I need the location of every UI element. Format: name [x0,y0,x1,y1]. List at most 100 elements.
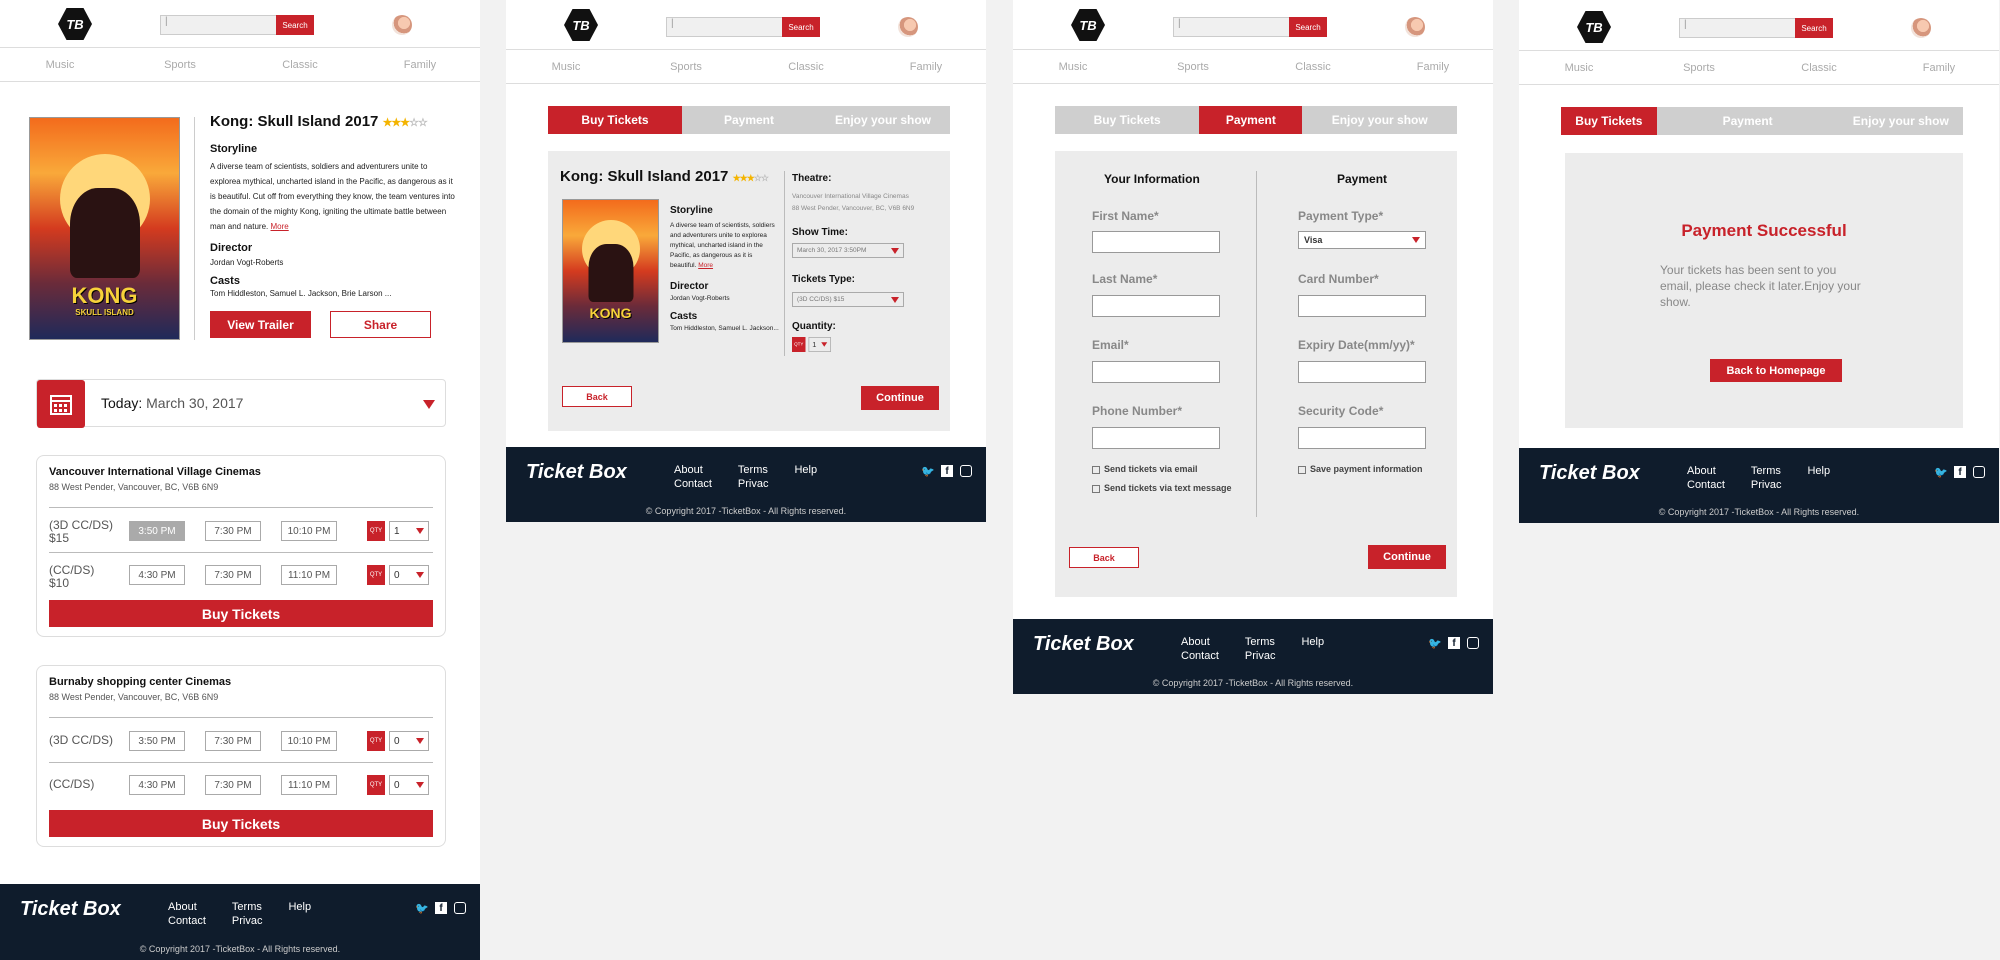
nav-item-music[interactable]: Music [0,59,120,71]
showtime-button[interactable]: 4:30 PM [129,775,185,795]
footer-link-terms[interactable]: Terms [738,463,769,477]
nav-item-sports[interactable]: Sports [1133,61,1253,73]
footer-link-about[interactable]: About [168,900,206,914]
avatar[interactable] [392,15,412,35]
share-button[interactable]: Share [330,311,431,338]
quantity-select[interactable]: QTY 0 [367,731,429,751]
nav-item-sports[interactable]: Sports [1639,62,1759,74]
logo[interactable]: TB [58,8,92,40]
back-to-homepage-button[interactable]: Back to Homepage [1710,359,1842,382]
facebook-icon[interactable]: f [941,465,953,477]
footer-link-contact[interactable]: Contact [1687,478,1725,492]
step-buy-tickets[interactable]: Buy Tickets [548,106,682,134]
twitter-icon[interactable]: 🐦 [921,465,935,478]
search-button[interactable]: Search [1289,17,1327,37]
showtime-button[interactable]: 11:10 PM [281,775,337,795]
facebook-icon[interactable]: f [435,902,447,914]
showtime-button[interactable]: 7:30 PM [205,775,261,795]
footer-link-about[interactable]: About [1181,635,1219,649]
search-input[interactable]: | [1679,18,1797,38]
footer-link-contact[interactable]: Contact [1181,649,1219,663]
step-payment[interactable]: Payment [1199,106,1303,134]
instagram-icon[interactable] [454,902,466,914]
quantity-select[interactable]: QTY 1 [367,521,429,541]
footer-link-privacy[interactable]: Privac [738,477,769,491]
showtime-button[interactable]: 11:10 PM [281,565,337,585]
instagram-icon[interactable] [1467,637,1479,649]
more-link[interactable]: More [271,222,289,231]
nav-item-music[interactable]: Music [506,61,626,73]
last-name-field[interactable] [1092,295,1220,317]
continue-button[interactable]: Continue [861,386,939,410]
back-button[interactable]: Back [562,386,632,407]
nav-item-music[interactable]: Music [1519,62,1639,74]
logo[interactable]: TB [564,9,598,41]
save-payment-checkbox[interactable]: Save payment information [1298,464,1423,474]
footer-link-help[interactable]: Help [1301,635,1324,649]
nav-item-family[interactable]: Family [866,61,986,73]
facebook-icon[interactable]: f [1954,466,1966,478]
step-buy-tickets[interactable]: Buy Tickets [1055,106,1199,134]
footer-link-terms[interactable]: Terms [232,900,263,914]
step-payment[interactable]: Payment [1657,107,1839,135]
security-code-field[interactable] [1298,427,1426,449]
avatar[interactable] [1405,17,1425,37]
search-button[interactable]: Search [1795,18,1833,38]
showtime-button[interactable]: 3:50 PM [129,731,185,751]
nav-item-family[interactable]: Family [360,59,480,71]
card-number-field[interactable] [1298,295,1426,317]
showtime-button[interactable]: 4:30 PM [129,565,185,585]
nav-item-classic[interactable]: Classic [1253,61,1373,73]
view-trailer-button[interactable]: View Trailer [210,311,311,338]
quantity-select[interactable]: QTY 0 [367,565,429,585]
instagram-icon[interactable] [960,465,972,477]
twitter-icon[interactable]: 🐦 [1934,466,1948,479]
footer-link-help[interactable]: Help [794,463,817,477]
step-enjoy[interactable]: Enjoy your show [1839,107,1963,135]
date-selector[interactable]: Today: March 30, 2017 [36,379,446,428]
twitter-icon[interactable]: 🐦 [415,902,429,915]
quantity-select[interactable]: QTY 1 [792,337,831,352]
search-button[interactable]: Search [782,17,820,37]
more-link[interactable]: More [698,262,713,269]
footer-link-terms[interactable]: Terms [1751,464,1782,478]
instagram-icon[interactable] [1973,466,1985,478]
nav-item-classic[interactable]: Classic [1759,62,1879,74]
send-text-checkbox[interactable]: Send tickets via text message [1092,483,1232,493]
showtime-button[interactable]: 7:30 PM [205,731,261,751]
step-enjoy[interactable]: Enjoy your show [816,106,950,134]
avatar[interactable] [1911,18,1931,38]
footer-link-privacy[interactable]: Privac [1751,478,1782,492]
back-button[interactable]: Back [1069,547,1139,568]
buy-tickets-button[interactable]: Buy Tickets [49,810,433,837]
logo[interactable]: TB [1071,9,1105,41]
phone-field[interactable] [1092,427,1220,449]
footer-link-contact[interactable]: Contact [674,477,712,491]
nav-item-sports[interactable]: Sports [626,61,746,73]
twitter-icon[interactable]: 🐦 [1428,637,1442,650]
continue-button[interactable]: Continue [1368,545,1446,569]
nav-item-music[interactable]: Music [1013,61,1133,73]
footer-link-about[interactable]: About [674,463,712,477]
showtime-button[interactable]: 7:30 PM [205,521,261,541]
first-name-field[interactable] [1092,231,1220,253]
payment-type-select[interactable]: Visa [1298,231,1426,249]
footer-link-help[interactable]: Help [1807,464,1830,478]
nav-item-family[interactable]: Family [1373,61,1493,73]
ticket-type-select[interactable]: (3D CC/DS) $15 [792,292,904,307]
email-field[interactable] [1092,361,1220,383]
quantity-select[interactable]: QTY 0 [367,775,429,795]
nav-item-sports[interactable]: Sports [120,59,240,71]
footer-link-about[interactable]: About [1687,464,1725,478]
showtime-button[interactable]: 7:30 PM [205,565,261,585]
showtime-button[interactable]: 3:50 PM [129,521,185,541]
footer-link-privacy[interactable]: Privac [232,914,263,928]
avatar[interactable] [898,17,918,37]
step-payment[interactable]: Payment [682,106,816,134]
search-button[interactable]: Search [276,15,314,35]
search-input[interactable]: | [666,17,784,37]
showtime-button[interactable]: 10:10 PM [281,731,337,751]
footer-link-terms[interactable]: Terms [1245,635,1276,649]
buy-tickets-button[interactable]: Buy Tickets [49,600,433,627]
footer-link-help[interactable]: Help [288,900,311,914]
